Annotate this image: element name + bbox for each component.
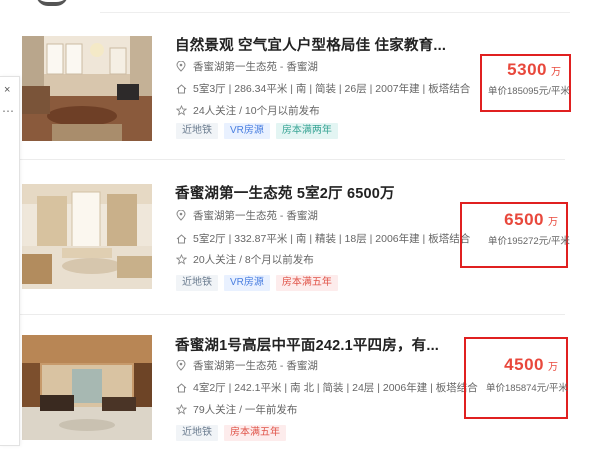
- star-icon: [175, 254, 187, 266]
- listing-item[interactable]: 香蜜湖第一生态苑 5室2厅 6500万 香蜜湖第一生态苑 - 香蜜湖 5室2厅 …: [0, 160, 600, 315]
- price-box: 4500 万 单价185874元/平米: [464, 337, 568, 419]
- follow-text: 79人关注 / 一年前发布: [193, 404, 298, 416]
- listing-follow: 20人关注 / 8个月以前发布: [175, 252, 314, 267]
- total-price-value: 4500: [504, 355, 544, 374]
- total-price-unit: 万: [551, 67, 561, 78]
- close-icon[interactable]: ×: [4, 85, 10, 96]
- total-price-unit: 万: [548, 362, 558, 373]
- listing-location[interactable]: 香蜜湖第一生态苑 - 香蜜湖: [175, 208, 318, 223]
- unit-price: 单价185095元/平米: [488, 86, 570, 97]
- location-pin-icon: [175, 61, 187, 73]
- listing-location[interactable]: 香蜜湖第一生态苑 - 香蜜湖: [175, 358, 318, 373]
- listing-info: 5室2厅 | 332.87平米 | 南 | 精装 | 18层 | 2006年建 …: [175, 231, 470, 246]
- info-text: 5室2厅 | 332.87平米 | 南 | 精装 | 18层 | 2006年建 …: [193, 233, 471, 245]
- tag: VR房源: [224, 275, 270, 291]
- listing-title[interactable]: 香蜜湖第一生态苑 5室2厅 6500万: [175, 182, 395, 203]
- follow-text: 20人关注 / 8个月以前发布: [193, 254, 314, 266]
- info-text: 5室3厅 | 286.34平米 | 南 | 简装 | 26层 | 2007年建 …: [193, 83, 471, 95]
- location-pin-icon: [175, 360, 187, 372]
- total-price: 5300 万: [507, 60, 561, 80]
- tag: VR房源: [224, 123, 270, 139]
- listing-location[interactable]: 香蜜湖第一生态苑 - 香蜜湖: [175, 59, 318, 74]
- total-price: 6500 万: [504, 210, 558, 230]
- tag: 近地铁: [176, 275, 218, 291]
- total-price-value: 6500: [504, 210, 544, 229]
- more-icon[interactable]: ⋯: [2, 105, 14, 117]
- listing-info: 5室3厅 | 286.34平米 | 南 | 简装 | 26层 | 2007年建 …: [175, 81, 470, 96]
- total-price: 4500 万: [504, 355, 558, 375]
- star-icon: [175, 105, 187, 117]
- price-box: 6500 万 单价195272元/平米: [460, 202, 570, 268]
- tag: 近地铁: [176, 123, 218, 139]
- tag-list: 近地铁 VR房源 房本满两年: [176, 123, 338, 139]
- listing-title[interactable]: 自然景观 空气宜人户型格局佳 住家教育...: [175, 34, 446, 55]
- location-text[interactable]: 香蜜湖第一生态苑 - 香蜜湖: [193, 208, 318, 223]
- star-icon: [175, 404, 187, 416]
- tag: 房本满两年: [275, 123, 338, 139]
- listing-photo[interactable]: [22, 184, 152, 289]
- tag: 房本满五年: [224, 425, 286, 441]
- unit-price: 单价195272元/平米: [488, 236, 570, 247]
- location-text[interactable]: 香蜜湖第一生态苑 - 香蜜湖: [193, 59, 318, 74]
- house-icon: [175, 382, 187, 394]
- info-text: 4室2厅 | 242.1平米 | 南 北 | 简装 | 24层 | 2006年建…: [193, 382, 478, 394]
- listing-title[interactable]: 香蜜湖1号高层中平面242.1平四房，有...: [175, 334, 439, 355]
- listing-item[interactable]: 自然景观 空气宜人户型格局佳 住家教育... 香蜜湖第一生态苑 - 香蜜湖 5室…: [0, 0, 600, 160]
- follow-text: 24人关注 / 10个月以前发布: [193, 105, 320, 117]
- location-text[interactable]: 香蜜湖第一生态苑 - 香蜜湖: [193, 358, 318, 373]
- total-price-value: 5300: [507, 60, 547, 79]
- tag-list: 近地铁 VR房源 房本满五年: [176, 275, 338, 291]
- listing-photo[interactable]: [22, 335, 152, 440]
- side-panel: × ⋯: [0, 76, 20, 446]
- listing-follow: 24人关注 / 10个月以前发布: [175, 103, 320, 118]
- listing-info: 4室2厅 | 242.1平米 | 南 北 | 简装 | 24层 | 2006年建…: [175, 380, 478, 395]
- price-box: 5300 万 单价185095元/平米: [480, 54, 571, 112]
- tag: 房本满五年: [275, 275, 338, 291]
- total-price-unit: 万: [548, 217, 558, 228]
- house-icon: [175, 83, 187, 95]
- listing-follow: 79人关注 / 一年前发布: [175, 402, 297, 417]
- unit-price: 单价185874元/平米: [486, 383, 568, 394]
- listing-item[interactable]: 香蜜湖1号高层中平面242.1平四房，有... 香蜜湖第一生态苑 - 香蜜湖 4…: [0, 315, 600, 461]
- tag-list: 近地铁 房本满五年: [176, 425, 286, 441]
- tag: 近地铁: [176, 425, 218, 441]
- house-icon: [175, 233, 187, 245]
- location-pin-icon: [175, 210, 187, 222]
- listing-photo[interactable]: [22, 36, 152, 141]
